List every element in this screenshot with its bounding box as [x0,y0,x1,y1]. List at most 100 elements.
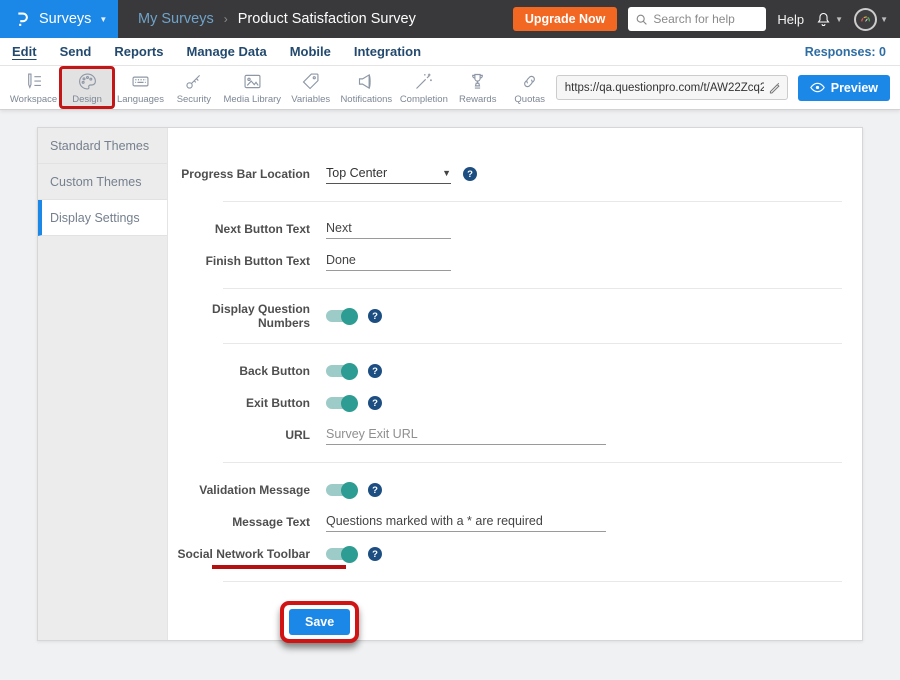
help-tooltip-icon[interactable]: ? [368,396,382,410]
breadcrumb: My Surveys › Product Satisfaction Survey [138,11,416,27]
media-library-icon [242,71,263,92]
exit-button-row: Exit Button ? [168,387,862,419]
message-text-input[interactable] [326,512,606,532]
finish-button-text-input[interactable] [326,251,451,271]
rewards-icon [467,71,488,92]
edit-pencil-icon[interactable] [768,81,781,94]
help-search-input[interactable] [653,12,759,26]
display-question-numbers-label: Display Question Numbers [168,302,326,330]
toolbar-item-media-library[interactable]: Media Library [220,68,285,107]
display-question-numbers-row: Display Question Numbers ? [168,300,862,332]
back-button-toggle[interactable] [326,365,356,377]
finish-button-text-row: Finish Button Text [168,245,862,277]
tab-send[interactable]: Send [60,44,92,59]
chevron-down-icon: ▼ [442,168,451,178]
help-tooltip-icon[interactable]: ? [368,309,382,323]
message-text-row: Message Text [168,506,862,538]
chevron-down-icon: ▼ [99,15,107,24]
workspace-icon [23,71,44,92]
tab-integration[interactable]: Integration [354,44,421,59]
breadcrumb-my-surveys[interactable]: My Surveys [138,11,214,27]
toolbar-item-completion[interactable]: Completion [396,68,452,107]
help-search[interactable] [628,7,766,31]
exit-button-toggle[interactable] [326,397,356,409]
exit-url-label: URL [168,428,326,442]
toolbar-item-rewards[interactable]: Rewards [452,68,504,107]
breadcrumb-survey-title: Product Satisfaction Survey [238,11,416,27]
section-divider [223,462,842,463]
back-button-label: Back Button [168,364,326,378]
section-divider [223,343,842,344]
account-menu[interactable]: ▼ [854,8,888,31]
toolbar-item-quotas[interactable]: Quotas [504,68,556,107]
next-button-text-input[interactable] [326,219,451,239]
survey-nav-tabs: Edit Send Reports Manage Data Mobile Int… [0,38,900,66]
toolbar-item-security[interactable]: Security [168,68,220,107]
settings-card: Standard Themes Custom Themes Display Se… [37,127,863,641]
toolbar-item-notifications[interactable]: Notifications [337,68,396,107]
design-sidebar: Standard Themes Custom Themes Display Se… [38,128,168,640]
chevron-down-icon: ▼ [835,15,843,24]
message-text-label: Message Text [168,515,326,529]
social-network-toolbar-label: Social Network Toolbar [168,547,326,561]
tab-reports[interactable]: Reports [114,44,163,59]
toolbar-item-design[interactable]: Design [61,68,113,107]
security-icon [183,71,204,92]
header-actions: Upgrade Now Help ▼ ▼ [513,7,900,31]
help-tooltip-icon[interactable]: ? [463,167,477,181]
toolbar-item-variables[interactable]: Variables [285,68,337,107]
help-tooltip-icon[interactable]: ? [368,483,382,497]
save-button[interactable]: Save [289,609,350,635]
top-header: Surveys ▼ My Surveys › Product Satisfact… [0,0,900,38]
section-divider [223,581,842,582]
notifications-bell-menu[interactable]: ▼ [815,11,843,28]
design-icon [77,71,98,92]
toolbar-item-workspace[interactable]: Workspace [6,68,61,107]
back-button-row: Back Button ? [168,355,862,387]
breadcrumb-separator-icon: › [224,12,228,26]
exit-url-row: URL [168,419,862,451]
responses-count[interactable]: Responses: 0 [805,45,886,59]
social-network-toolbar-toggle[interactable] [326,548,356,560]
upgrade-now-button[interactable]: Upgrade Now [513,7,618,31]
edit-toolbar: Workspace Design Languages Security Medi… [0,66,900,110]
display-settings-form: Progress Bar Location Top Center ▼ ? Nex… [168,128,862,640]
toolbar-item-languages[interactable]: Languages [113,68,168,107]
sidebar-item-display-settings[interactable]: Display Settings [38,200,167,236]
help-tooltip-icon[interactable]: ? [368,364,382,378]
help-link[interactable]: Help [777,12,804,27]
finish-button-text-label: Finish Button Text [168,254,326,268]
validation-message-toggle[interactable] [326,484,356,496]
sidebar-item-standard-themes[interactable]: Standard Themes [38,128,167,164]
section-divider [223,201,842,202]
avatar [854,8,877,31]
survey-url-input[interactable] [565,82,764,94]
variables-icon [300,71,321,92]
sidebar-item-custom-themes[interactable]: Custom Themes [38,164,167,200]
preview-button[interactable]: Preview [798,75,890,101]
bell-icon [815,11,832,28]
questionpro-logo-icon [12,10,31,29]
quotas-icon [519,71,540,92]
survey-url-field[interactable] [556,75,788,100]
notifications-icon [356,71,377,92]
exit-url-input[interactable] [326,425,606,445]
validation-message-row: Validation Message ? [168,474,862,506]
display-question-numbers-toggle[interactable] [326,310,356,322]
progress-bar-location-select[interactable]: Top Center ▼ [326,164,451,184]
surveys-product-menu[interactable]: Surveys ▼ [0,0,118,38]
chevron-down-icon: ▼ [880,15,888,24]
section-divider [223,288,842,289]
product-menu-label: Surveys [39,11,91,27]
tab-edit[interactable]: Edit [12,44,37,59]
validation-message-label: Validation Message [168,483,326,497]
search-icon [635,13,648,26]
help-tooltip-icon[interactable]: ? [368,547,382,561]
app-window: Surveys ▼ My Surveys › Product Satisfact… [0,0,900,680]
save-section: Save [168,593,862,643]
tab-manage-data[interactable]: Manage Data [186,44,266,59]
languages-icon [130,71,151,92]
social-network-toolbar-row: Social Network Toolbar ? [168,538,862,570]
tab-mobile[interactable]: Mobile [290,44,331,59]
exit-button-label: Exit Button [168,396,326,410]
